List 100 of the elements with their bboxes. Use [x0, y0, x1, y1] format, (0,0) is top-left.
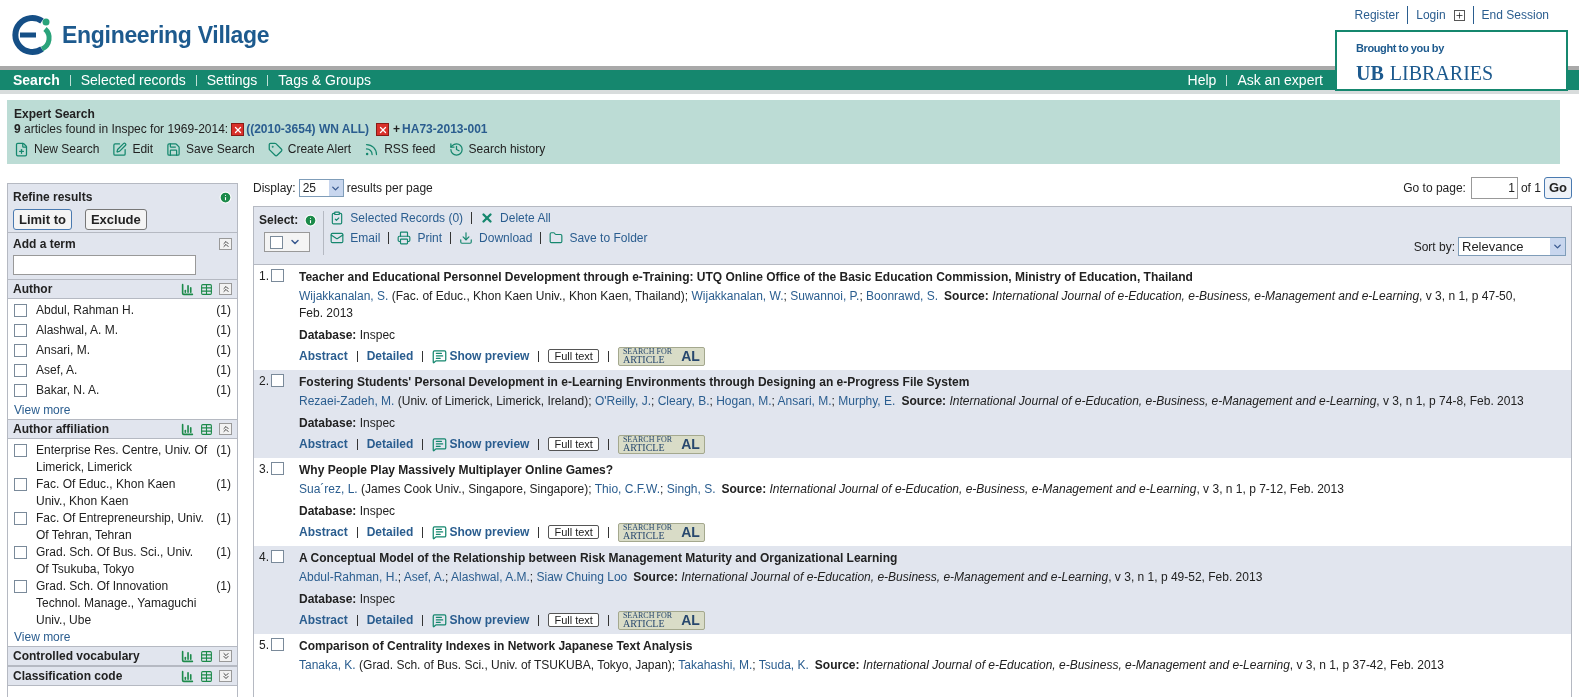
preview-icon[interactable]: [432, 348, 448, 364]
abstract-link[interactable]: Abstract: [299, 350, 358, 362]
checkbox[interactable]: [271, 550, 284, 563]
search-action-link[interactable]: New Search: [34, 140, 100, 158]
author-link[interactable]: Wijakkanalan, W.: [691, 289, 784, 303]
bar-chart-icon[interactable]: [181, 669, 194, 683]
detailed-link[interactable]: Detailed: [357, 614, 424, 626]
author-link[interactable]: Tsuda, K.: [758, 658, 809, 672]
header-link[interactable]: Register: [1354, 6, 1400, 24]
checkbox[interactable]: [14, 444, 27, 457]
collapse-button[interactable]: [219, 283, 232, 295]
table-icon[interactable]: [200, 649, 213, 663]
facet-item-label[interactable]: Fac. Of Entrepreneurship, Univ. Of Tehran, Tehran: [36, 510, 208, 544]
author-link[interactable]: Alashwal, A.M.: [451, 570, 530, 584]
table-icon[interactable]: [200, 282, 213, 296]
checkbox[interactable]: [14, 546, 27, 559]
table-icon[interactable]: [200, 669, 213, 683]
author-link[interactable]: Ansari, M.: [777, 394, 832, 408]
preview-icon[interactable]: [432, 524, 448, 540]
add-term-field[interactable]: [13, 255, 196, 275]
print-icon[interactable]: [397, 231, 412, 245]
detailed-link[interactable]: Detailed: [357, 350, 424, 362]
info-icon[interactable]: [219, 190, 232, 204]
show-preview-link[interactable]: Show preview: [449, 347, 530, 365]
checkbox[interactable]: [14, 512, 27, 525]
author-link[interactable]: Tanaka, K.: [299, 658, 356, 672]
checkbox[interactable]: [14, 384, 27, 397]
bar-chart-icon[interactable]: [181, 649, 194, 663]
result-title[interactable]: Comparison of Centrality Indexes in Network Japanese Text Analysis: [299, 638, 1531, 654]
toolbar-link[interactable]: Delete All: [500, 209, 551, 227]
checkbox[interactable]: [14, 478, 27, 491]
checkbox[interactable]: [270, 235, 283, 249]
display-select[interactable]: 25: [298, 179, 344, 197]
checkbox[interactable]: [14, 324, 27, 337]
checkbox[interactable]: [14, 344, 27, 357]
checkbox[interactable]: [14, 580, 27, 593]
author-link[interactable]: Abdul-Rahman, H.: [299, 570, 398, 584]
search-action-link[interactable]: Search history: [468, 140, 546, 158]
full-text-button[interactable]: Full text: [548, 437, 599, 451]
nav-tab[interactable]: Settings: [206, 74, 258, 86]
nav-tab[interactable]: Search: [13, 74, 60, 86]
author-link[interactable]: Rezaei-Zadeh, M.: [299, 394, 395, 408]
folder-icon[interactable]: [549, 231, 564, 245]
facet-item-label[interactable]: Alashwal, A. M.: [36, 322, 208, 339]
bar-chart-icon[interactable]: [181, 282, 194, 296]
author-link[interactable]: Singh, S.: [666, 482, 716, 496]
edit-icon[interactable]: [112, 141, 128, 157]
expand-icon[interactable]: [1453, 9, 1465, 21]
toolbar-link[interactable]: Selected Records (0): [350, 209, 464, 227]
facet-item-label[interactable]: Bakar, N. A.: [36, 382, 208, 399]
abstract-link[interactable]: Abstract: [299, 526, 358, 538]
go-button[interactable]: Go: [1543, 177, 1572, 199]
remove-icon[interactable]: [376, 123, 390, 136]
author-link[interactable]: Asef, A.: [403, 570, 446, 584]
sort-select[interactable]: Relevance: [1458, 237, 1566, 256]
search-term-link[interactable]: ((2010-3654) WN ALL): [246, 122, 370, 137]
facet-item-label[interactable]: Enterprise Res. Centre, Univ. Of Limerick, Limerick: [36, 442, 208, 476]
header-link[interactable]: End Session: [1481, 6, 1549, 24]
show-preview-link[interactable]: Show preview: [449, 435, 530, 453]
full-text-button[interactable]: Full text: [548, 349, 599, 363]
header-link[interactable]: Login: [1416, 6, 1446, 24]
download-icon[interactable]: [459, 231, 474, 245]
result-title[interactable]: Why People Play Massively Multiplayer Online Games?: [299, 462, 1531, 478]
refine-button[interactable]: Exclude: [84, 209, 147, 230]
nav-tab[interactable]: Selected records: [80, 74, 186, 86]
facet-item-label[interactable]: Grad. Sch. Of Innovation Technol. Manage., Yamaguchi Univ., Ube: [36, 578, 208, 629]
view-more-link[interactable]: View more: [14, 402, 231, 418]
nav-tab[interactable]: Tags & Groups: [278, 74, 371, 86]
detailed-link[interactable]: Detailed: [357, 438, 424, 450]
refine-button[interactable]: Limit to: [13, 209, 72, 230]
detailed-link[interactable]: Detailed: [357, 526, 424, 538]
author-link[interactable]: Wijakkanalan, S.: [299, 289, 389, 303]
expand-button[interactable]: [219, 650, 232, 662]
collapse-button[interactable]: [219, 423, 232, 435]
save-icon[interactable]: [166, 141, 182, 157]
author-link[interactable]: Murphy, E.: [838, 394, 896, 408]
checkbox[interactable]: [14, 304, 27, 317]
select-all-control[interactable]: [264, 232, 310, 252]
author-link[interactable]: Sua´rez, L.: [299, 482, 358, 496]
checkbox[interactable]: [271, 638, 284, 651]
full-text-button[interactable]: Full text: [548, 613, 599, 627]
toolbar-link[interactable]: Print: [417, 229, 443, 247]
facet-item-label[interactable]: Asef, A.: [36, 362, 208, 379]
author-link[interactable]: Hogan, M.: [716, 394, 772, 408]
result-title[interactable]: A Conceptual Model of the Relationship between Risk Management Maturity and Organizational Learning: [299, 550, 1531, 566]
search-term-link[interactable]: HA73-2013-001: [402, 122, 488, 137]
abstract-link[interactable]: Abstract: [299, 438, 358, 450]
checkbox[interactable]: [271, 462, 284, 475]
facet-item-label[interactable]: Fac. Of Educ., Khon Kaen Univ., Khon Kaen: [36, 476, 208, 510]
rss-icon[interactable]: [364, 141, 380, 157]
result-title[interactable]: Teacher and Educational Personnel Development through e-Training: UTQ Online Office of the Basic Education Commission, Ministry of Education, Thailand: [299, 269, 1531, 285]
tag-icon[interactable]: [267, 141, 283, 157]
checkbox[interactable]: [271, 269, 284, 282]
checkbox[interactable]: [14, 364, 27, 377]
delete-icon[interactable]: [480, 211, 495, 225]
full-text-button[interactable]: Full text: [548, 525, 599, 539]
facet-item-label[interactable]: Grad. Sch. Of Bus. Sci., Univ. Of Tsukuba, Tokyo: [36, 544, 208, 578]
remove-icon[interactable]: [231, 123, 245, 136]
toolbar-link[interactable]: Download: [479, 229, 533, 247]
view-more-link[interactable]: View more: [14, 629, 231, 645]
